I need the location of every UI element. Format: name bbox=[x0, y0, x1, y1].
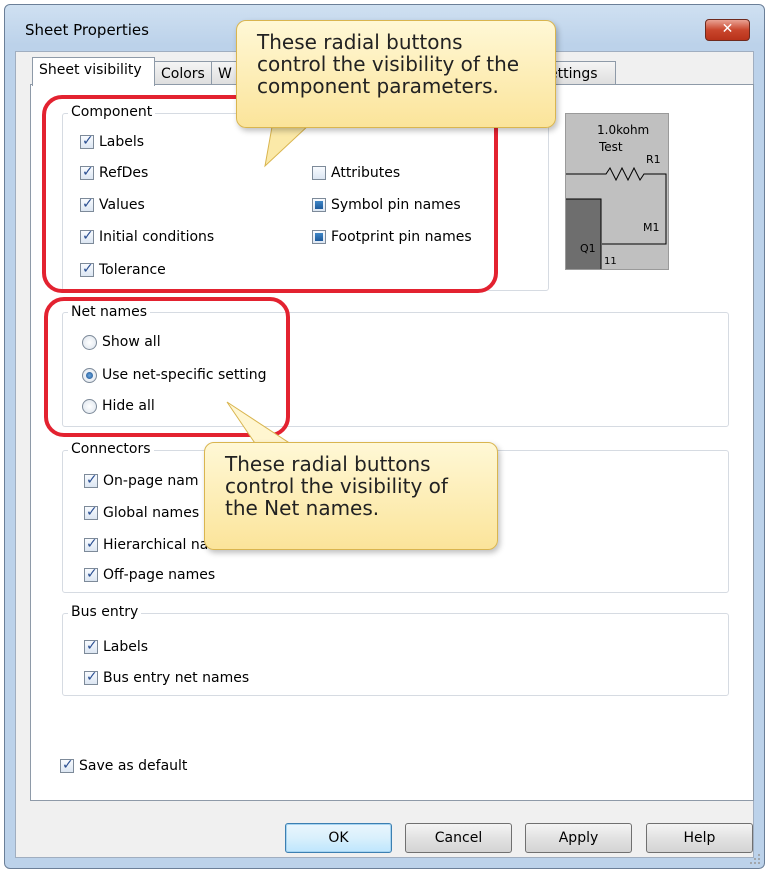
top-callout-text: These radial buttons control the visibil… bbox=[257, 30, 520, 98]
checkbox-off-page-names[interactable]: Off-page names bbox=[84, 566, 216, 583]
tab-label: ettings bbox=[549, 66, 598, 82]
checkbox-hierarchical-names[interactable]: Hierarchical nam bbox=[84, 536, 222, 553]
checkbox-on-page-names[interactable]: On-page nam bbox=[84, 472, 199, 489]
window-title: Sheet Properties bbox=[25, 21, 149, 39]
tab-label: W bbox=[218, 66, 232, 82]
checkbox-bus-labels[interactable]: Labels bbox=[84, 638, 149, 655]
checkbox-global-names[interactable]: Global names bbox=[84, 504, 200, 521]
checkbox-label: On-page nam bbox=[103, 473, 199, 489]
tab-sheet-visibility[interactable]: Sheet visibility bbox=[32, 57, 155, 86]
checkbox-label: Save as default bbox=[79, 758, 188, 774]
bus-entry-group-title: Bus entry bbox=[68, 604, 142, 620]
preview-m1-label: M1 bbox=[643, 221, 660, 234]
preview-pin-label: 11 bbox=[604, 256, 617, 267]
checkbox-label: Global names bbox=[103, 505, 200, 521]
checkbox-checked-icon bbox=[84, 536, 98, 552]
preview-q1-label: Q1 bbox=[580, 242, 596, 255]
resize-grip-icon[interactable] bbox=[749, 853, 761, 865]
preview-value-label: 1.0kohm bbox=[597, 123, 649, 137]
preview-r1-label: R1 bbox=[646, 153, 661, 166]
ok-button[interactable]: OK bbox=[285, 823, 392, 853]
tab-colors[interactable]: Colors bbox=[154, 61, 212, 85]
close-icon: ✕ bbox=[721, 21, 734, 37]
apply-button[interactable]: Apply bbox=[525, 823, 632, 853]
connectors-group-title: Connectors bbox=[68, 441, 154, 457]
checkbox-checked-icon bbox=[84, 504, 98, 520]
checkbox-label: Labels bbox=[103, 639, 149, 655]
checkbox-checked-icon bbox=[84, 669, 98, 685]
checkbox-checked-icon bbox=[84, 638, 98, 654]
help-button[interactable]: Help bbox=[646, 823, 753, 853]
bottom-callout-text: These radial buttons control the visibil… bbox=[225, 452, 448, 520]
cancel-button[interactable]: Cancel bbox=[405, 823, 512, 853]
tab-label: Colors bbox=[161, 66, 205, 82]
top-callout: These radial buttons control the visibil… bbox=[236, 20, 556, 128]
close-button[interactable]: ✕ bbox=[705, 19, 750, 41]
checkbox-save-as-default[interactable]: Save as default bbox=[60, 757, 188, 774]
checkbox-checked-icon bbox=[60, 757, 74, 773]
checkbox-checked-icon bbox=[84, 566, 98, 582]
schematic-preview: 1.0kohm Test R1 M1 Q1 11 bbox=[565, 113, 669, 270]
preview-test-label: Test bbox=[598, 140, 623, 154]
bottom-callout: These radial buttons control the visibil… bbox=[204, 442, 498, 550]
tab-label: Sheet visibility bbox=[39, 62, 142, 78]
checkbox-bus-entry-net-names[interactable]: Bus entry net names bbox=[84, 669, 250, 686]
tab-settings[interactable]: ettings bbox=[548, 61, 616, 85]
checkbox-label: Bus entry net names bbox=[103, 670, 250, 686]
checkbox-checked-icon bbox=[84, 472, 98, 488]
schematic-preview-graphic: 1.0kohm Test R1 M1 Q1 11 bbox=[566, 123, 667, 269]
checkbox-label: Off-page names bbox=[103, 567, 216, 583]
